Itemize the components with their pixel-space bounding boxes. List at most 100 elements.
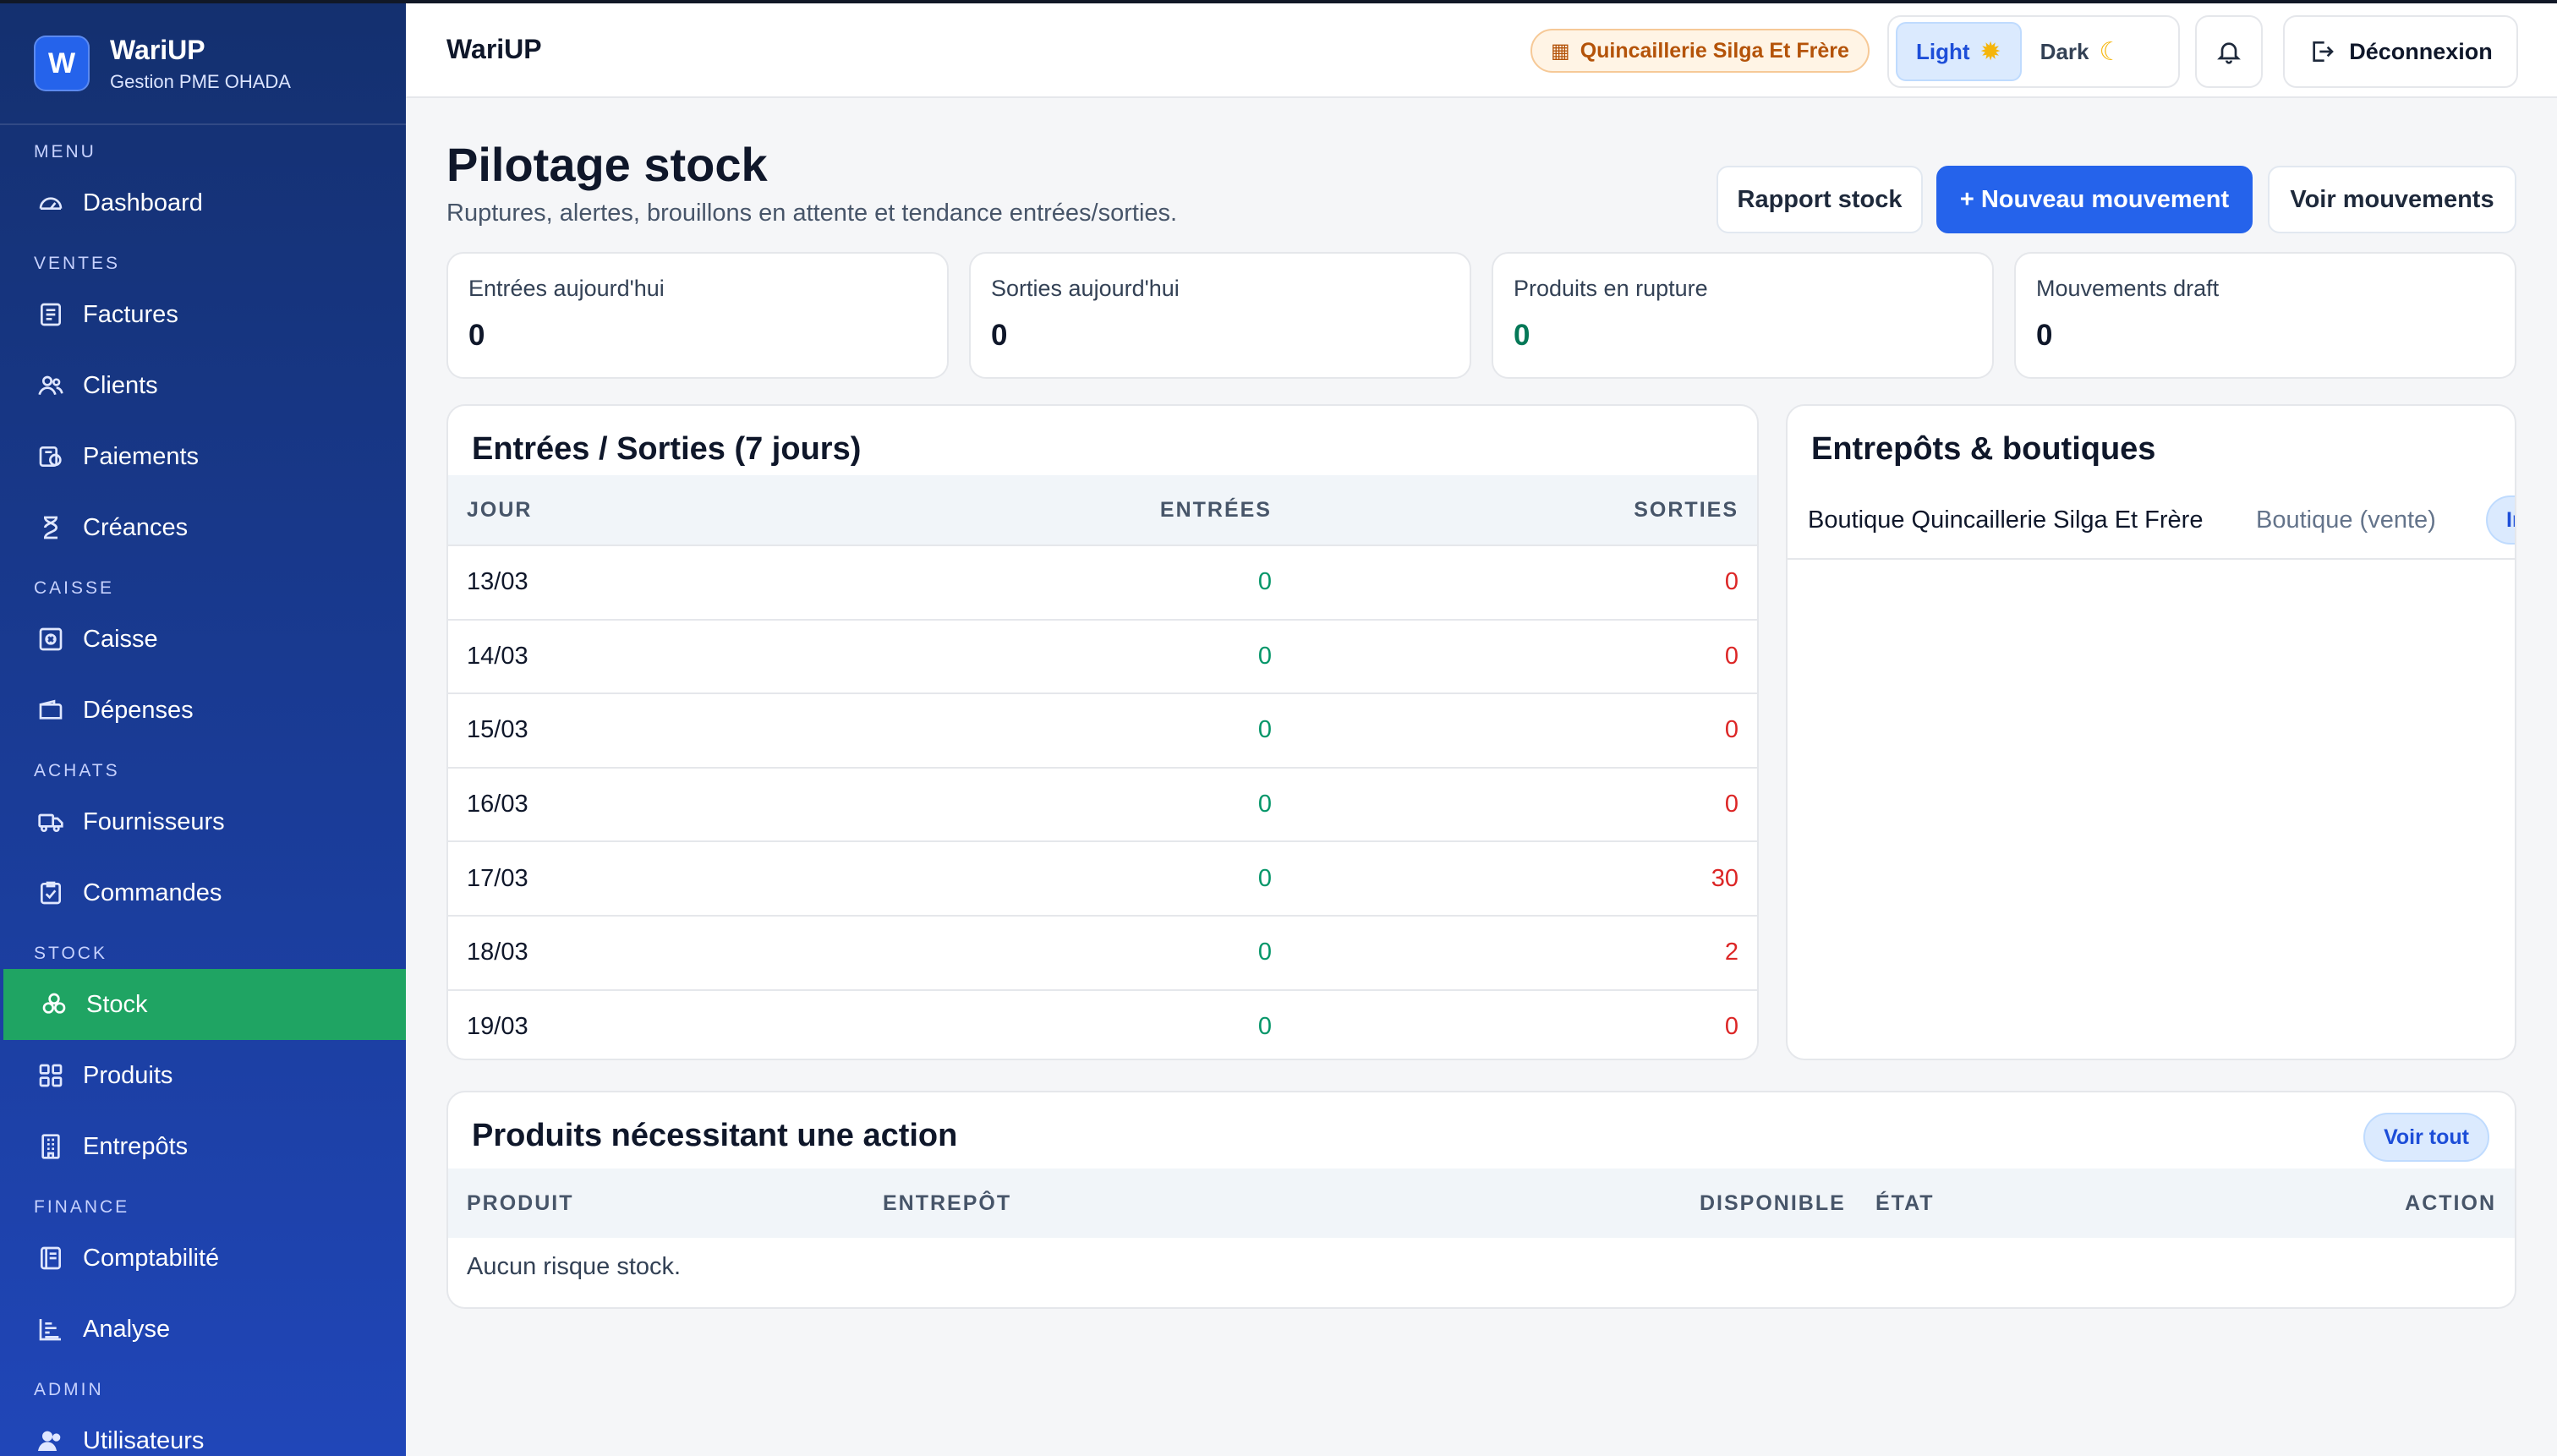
gauge-icon [37, 189, 64, 216]
cell-entries: 0 [1257, 791, 1272, 818]
cell-entries: 0 [1257, 864, 1272, 892]
column-header-exits: SORTIES [1634, 497, 1738, 522]
sidebar-item-label: Produits [83, 1061, 173, 1089]
sidebar-item-analyse[interactable]: Analyse [0, 1294, 406, 1365]
cell-exits: 0 [1724, 1012, 1738, 1040]
table-row: 16/03 0 0 [448, 766, 1757, 841]
cell-day: 16/03 [467, 791, 528, 818]
warehouse-type: Boutique (vente) [2256, 506, 2436, 534]
section-menu: MENU [34, 142, 96, 161]
cell-day: 14/03 [467, 642, 528, 670]
kpi-card-out-of-stock: Produits en rupture 0 [1492, 252, 1994, 379]
theme-light-label: Light [1916, 38, 1970, 64]
moon-icon: ☾ [2099, 37, 2122, 66]
cell-entries: 0 [1257, 939, 1272, 966]
new-movement-button[interactable]: + Nouveau mouvement [1936, 166, 2253, 233]
sidebar-item-caisse[interactable]: Caisse [0, 604, 406, 675]
sidebar-item-utilisateurs[interactable]: Utilisateurs [0, 1405, 406, 1456]
sidebar-item-dashboard[interactable]: Dashboard [0, 167, 406, 238]
page-title: Pilotage stock [446, 138, 768, 191]
cell-day: 19/03 [467, 1012, 528, 1040]
company-badge[interactable]: ▦ Quincaillerie Silga Et Frère [1530, 29, 1870, 73]
brand[interactable]: W WariUP Gestion PME OHADA [0, 3, 406, 125]
column-header-state: ÉTAT [1875, 1191, 1935, 1215]
brand-subtitle: Gestion PME OHADA [110, 70, 291, 92]
logout-icon [2313, 41, 2335, 62]
flows-title: Entrées / Sorties (7 jours) [472, 431, 862, 467]
page-subtitle: Ruptures, alertes, brouillons en attente… [446, 200, 1178, 227]
sidebar-item-fournisseurs[interactable]: Fournisseurs [0, 786, 406, 857]
sidebar-item-entrepots[interactable]: Entrepôts [0, 1111, 406, 1182]
section-achats: ACHATS [34, 761, 120, 780]
logout-button[interactable]: Déconnexion [2283, 15, 2518, 88]
notifications-button[interactable] [2195, 15, 2263, 88]
sidebar-item-label: Factures [83, 300, 178, 328]
cell-exits: 0 [1724, 568, 1738, 596]
invoice-icon [37, 301, 64, 328]
kpi-label: Entrées aujourd'hui [468, 276, 665, 301]
warehouses-card: Entrepôts & boutiques Boutique Quincaill… [1786, 404, 2516, 1060]
sidebar-item-label: Entrepôts [83, 1132, 189, 1160]
table-row: 14/03 0 0 [448, 618, 1757, 693]
top-edge [0, 0, 2557, 3]
section-stock: STOCK [34, 944, 107, 963]
sidebar-item-label: Paiements [83, 442, 200, 470]
kpi-value: 0 [2036, 319, 2053, 352]
sidebar-item-label: Clients [83, 371, 158, 399]
flows-card: Entrées / Sorties (7 jours) JOUR ENTRÉES… [446, 404, 1759, 1060]
warehouse-name: Boutique Quincaillerie Silga Et Frère [1808, 506, 2204, 534]
sidebar-item-label: Fournisseurs [83, 807, 225, 835]
cell-exits: 0 [1724, 791, 1738, 818]
kpi-value: 0 [1514, 319, 1530, 352]
column-header-action: ACTION [2405, 1191, 2496, 1215]
cell-exits: 0 [1724, 716, 1738, 744]
actions-card: Produits nécessitant une action Voir tou… [446, 1091, 2516, 1309]
column-header-available: DISPONIBLE [1700, 1191, 1846, 1215]
sidebar-item-produits[interactable]: Produits [0, 1040, 406, 1111]
warehouse-badge[interactable]: In [2486, 495, 2515, 545]
sidebar-item-label: Analyse [83, 1315, 171, 1343]
table-row: 15/03 0 0 [448, 692, 1757, 767]
kpi-card-exits-today: Sorties aujourd'hui 0 [969, 252, 1471, 379]
kpi-label: Sorties aujourd'hui [991, 276, 1180, 301]
wallet-icon [37, 697, 64, 724]
company-name: Quincaillerie Silga Et Frère [1580, 38, 1849, 63]
sidebar-item-comptabilite[interactable]: Comptabilité [0, 1223, 406, 1294]
sidebar-item-label: Stock [86, 990, 148, 1018]
sidebar-item-factures[interactable]: Factures [0, 279, 406, 350]
sidebar-item-clients[interactable]: Clients [0, 350, 406, 421]
safe-icon [37, 626, 64, 653]
cell-entries: 0 [1257, 642, 1272, 670]
sidebar-item-creances[interactable]: Créances [0, 492, 406, 563]
kpi-card-entries-today: Entrées aujourd'hui 0 [446, 252, 949, 379]
column-header-warehouse: ENTREPÔT [883, 1191, 1012, 1215]
flows-table-header: JOUR ENTRÉES SORTIES [448, 475, 1757, 545]
sidebar-item-depenses[interactable]: Dépenses [0, 675, 406, 746]
sidebar-item-label: Caisse [83, 625, 158, 653]
sidebar-item-stock[interactable]: Stock [3, 969, 406, 1040]
view-movements-button[interactable]: Voir mouvements [2268, 166, 2516, 233]
column-header-product: PRODUIT [467, 1191, 574, 1215]
theme-dark-button[interactable]: Dark ☾ [2022, 22, 2141, 81]
app-title: WariUP [446, 34, 542, 64]
theme-light-button[interactable]: Light ✹ [1896, 22, 2022, 81]
table-row: 13/03 0 0 [448, 545, 1757, 619]
sidebar-item-label: Dépenses [83, 696, 194, 724]
sidebar-item-paiements[interactable]: Paiements [0, 421, 406, 492]
sun-icon: ✹ [1979, 37, 2001, 66]
cell-day: 15/03 [467, 716, 528, 744]
empty-state-message: Aucun risque stock. [467, 1253, 682, 1280]
column-header-entries: ENTRÉES [1159, 497, 1272, 522]
section-finance: FINANCE [34, 1197, 130, 1217]
view-all-button[interactable]: Voir tout [2363, 1113, 2489, 1162]
sidebar-item-commandes[interactable]: Commandes [0, 857, 406, 928]
building-icon [37, 1133, 64, 1160]
warehouse-row[interactable]: Boutique Quincaillerie Silga Et Frère Bo… [1788, 482, 2515, 560]
section-caisse: CAISSE [34, 578, 115, 598]
stock-report-button[interactable]: Rapport stock [1717, 166, 1923, 233]
table-row: 17/03 0 30 [448, 840, 1757, 915]
top-header: WariUP ▦ Quincaillerie Silga Et Frère Li… [406, 3, 2557, 98]
truck-icon [37, 808, 64, 835]
cell-day: 13/03 [467, 568, 528, 596]
cell-entries: 0 [1257, 716, 1272, 744]
